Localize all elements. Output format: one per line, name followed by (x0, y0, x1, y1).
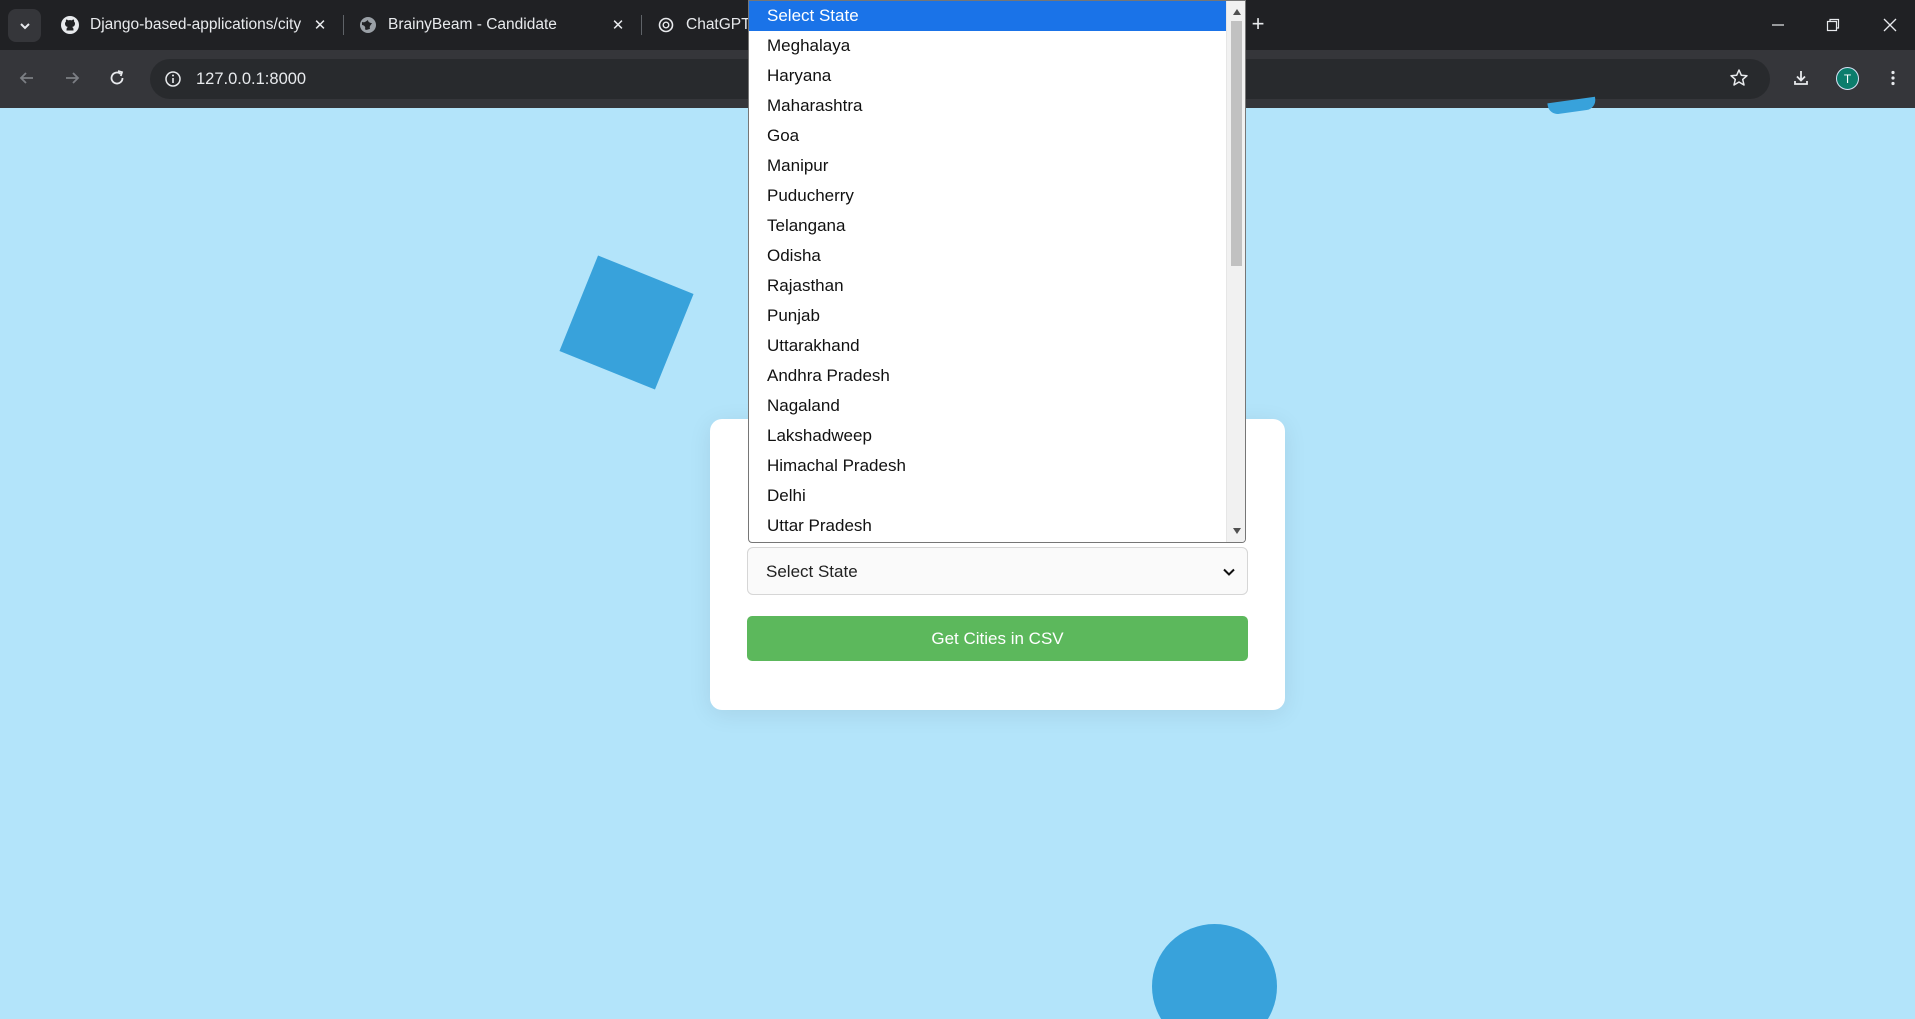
chevron-down-icon (1223, 568, 1235, 576)
download-icon (1794, 71, 1808, 85)
arrow-left-icon (19, 72, 33, 84)
tab-title: Django-based-applications/city (90, 16, 302, 33)
tab-divider (343, 15, 344, 35)
reload-icon (110, 70, 124, 85)
dropdown-option[interactable]: Rajasthan (749, 271, 1226, 301)
close-tab-icon[interactable]: ✕ (608, 15, 628, 35)
new-tab-button[interactable]: + (1244, 10, 1272, 38)
dropdown-option[interactable]: Goa (749, 121, 1226, 151)
browser-tab-github[interactable]: Django-based-applications/city ✕ (60, 8, 330, 42)
github-icon (60, 15, 80, 35)
dropdown-option[interactable]: Meghalaya (749, 31, 1226, 61)
decorative-circle (1152, 924, 1277, 1019)
more-vertical-icon (1891, 70, 1895, 86)
forward-button[interactable] (55, 61, 89, 95)
downloads-button[interactable] (1784, 61, 1818, 95)
globe-icon (358, 15, 378, 35)
dropdown-option[interactable]: Manipur (749, 151, 1226, 181)
close-tab-icon[interactable]: ✕ (310, 15, 330, 35)
close-window-button[interactable] (1870, 8, 1910, 42)
dropdown-option[interactable]: Maharashtra (749, 91, 1226, 121)
browser-tab-chatgpt[interactable]: ChatGPT (656, 8, 751, 42)
tab-title: ChatGPT (686, 16, 751, 33)
tab-title: BrainyBeam - Candidate (388, 16, 557, 33)
chevron-down-icon (19, 22, 30, 29)
triangle-down-icon (1232, 528, 1241, 534)
state-select-value: Select State (766, 562, 858, 581)
profile-avatar[interactable]: T (1836, 67, 1859, 90)
dropdown-options: Select State Meghalaya Haryana Maharashtra G… (749, 1, 1245, 541)
reload-button[interactable] (100, 61, 134, 95)
scroll-up-arrow[interactable] (1231, 6, 1242, 18)
decorative-square (559, 255, 694, 390)
dropdown-option[interactable]: Lakshadweep (749, 421, 1226, 451)
minimize-button[interactable] (1758, 8, 1798, 42)
minimize-icon (1772, 24, 1784, 26)
arrow-right-icon (66, 72, 80, 84)
bookmark-button[interactable] (1722, 61, 1756, 95)
dropdown-option[interactable]: Andhra Pradesh (749, 361, 1226, 391)
dropdown-option[interactable]: Delhi (749, 481, 1226, 511)
back-button[interactable] (10, 61, 44, 95)
scrollbar-thumb[interactable] (1231, 21, 1242, 266)
url-text: 127.0.0.1:8000 (196, 70, 307, 88)
dropdown-option[interactable]: Uttarakhand (749, 331, 1226, 361)
close-icon (1883, 18, 1897, 32)
dropdown-option[interactable]: Select State (749, 1, 1226, 31)
state-dropdown-list[interactable]: Select State Meghalaya Haryana Maharashtra G… (748, 0, 1246, 543)
dropdown-option[interactable]: Odisha (749, 241, 1226, 271)
restore-button[interactable] (1813, 8, 1853, 42)
site-info-icon[interactable] (160, 66, 186, 92)
dropdown-option[interactable]: Nagaland (749, 391, 1226, 421)
state-select[interactable]: Select State (747, 547, 1248, 595)
tab-search-button[interactable] (8, 9, 41, 42)
scroll-down-arrow[interactable] (1231, 525, 1242, 537)
dropdown-option[interactable]: Himachal Pradesh (749, 451, 1226, 481)
dropdown-option[interactable]: Puducherry (749, 181, 1226, 211)
dropdown-option[interactable]: Haryana (749, 61, 1226, 91)
dropdown-option[interactable]: Punjab (749, 301, 1226, 331)
dropdown-option[interactable]: Uttar Pradesh (749, 511, 1226, 541)
star-icon (1730, 69, 1748, 86)
chatgpt-icon (656, 15, 676, 35)
get-cities-csv-button[interactable]: Get Cities in CSV (747, 616, 1248, 661)
browser-tab-brainybeam[interactable]: BrainyBeam - Candidate ✕ (358, 8, 628, 42)
dropdown-scrollbar[interactable] (1226, 1, 1245, 542)
dropdown-option[interactable]: Telangana (749, 211, 1226, 241)
browser-menu-button[interactable] (1876, 61, 1910, 95)
restore-icon (1826, 18, 1840, 32)
tab-divider (641, 15, 642, 35)
triangle-up-icon (1232, 9, 1241, 15)
